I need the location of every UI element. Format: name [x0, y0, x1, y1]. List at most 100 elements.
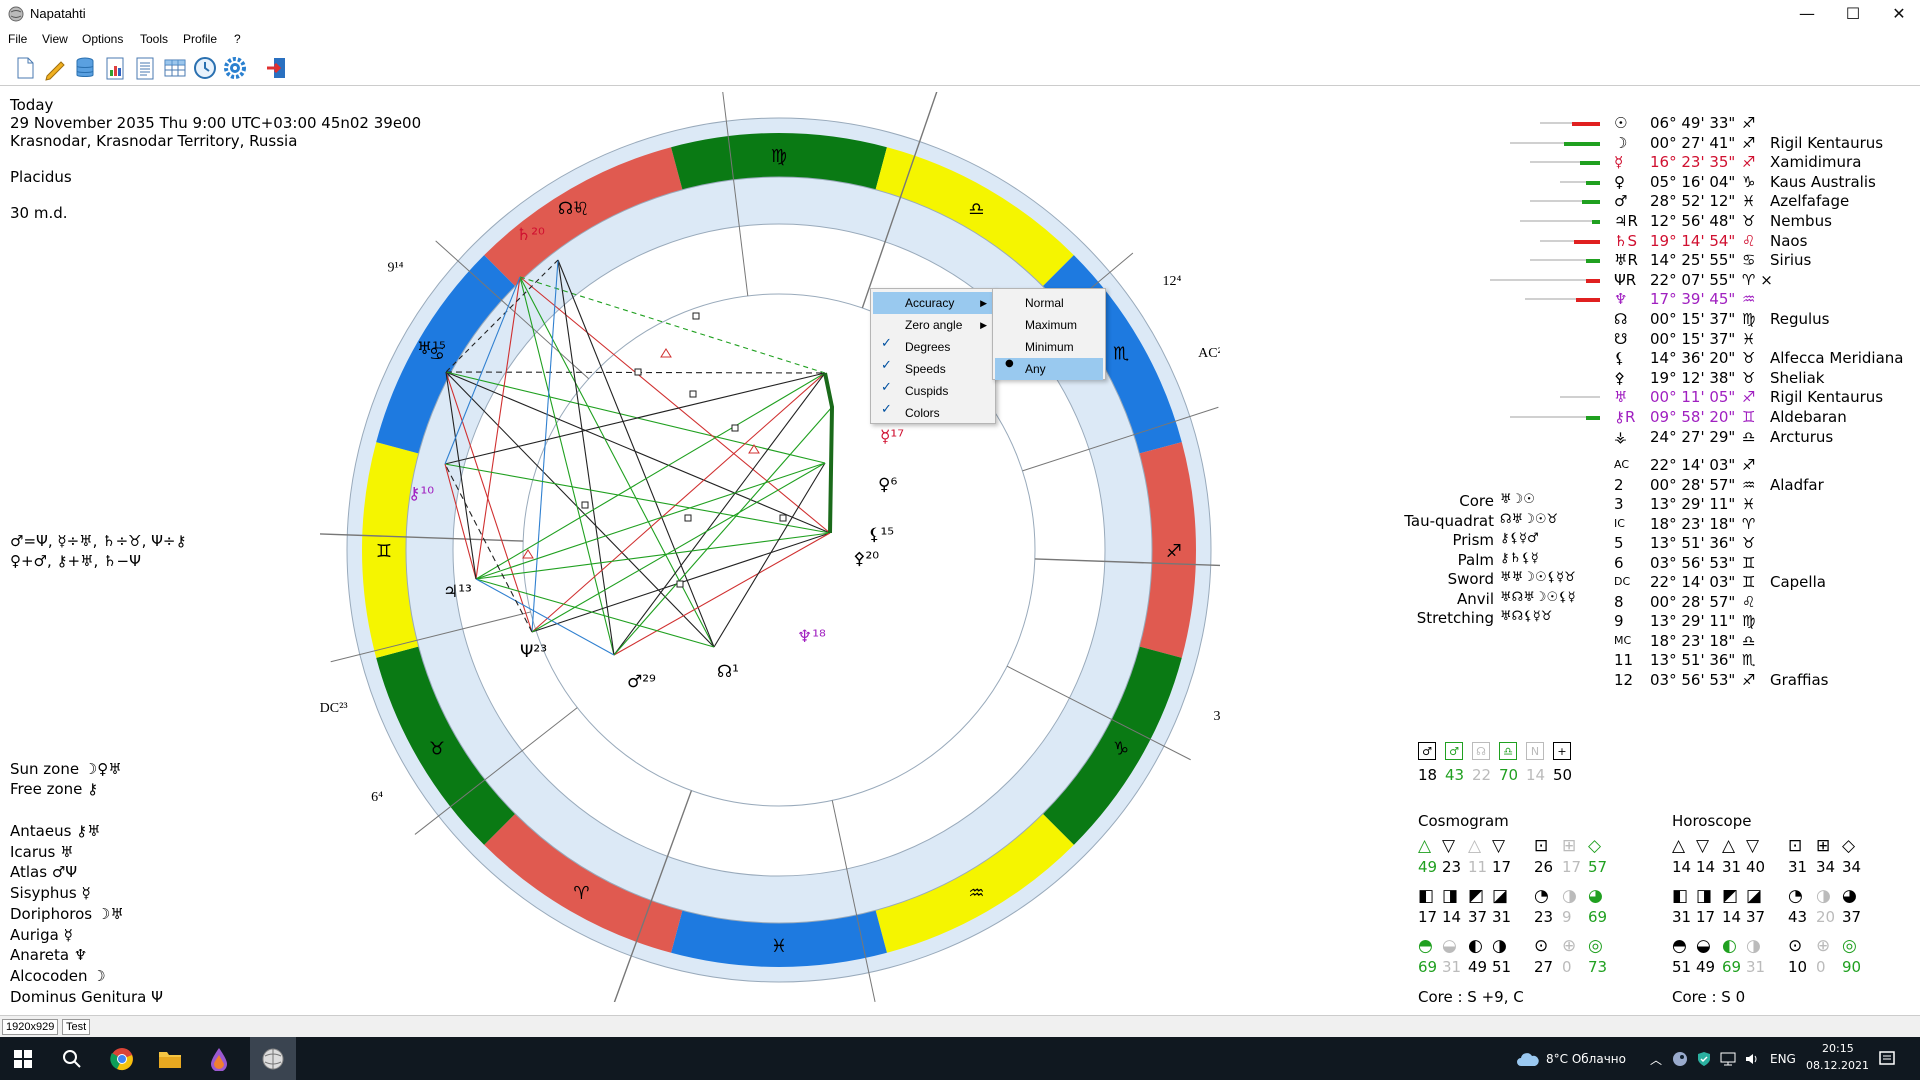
fixed-star: Graffias: [1770, 670, 1829, 689]
context-menu-item[interactable]: Accuracy ▶: [873, 292, 993, 314]
context-menu-item[interactable]: ✓ Degrees: [873, 336, 993, 358]
context-menu-item[interactable]: ✓ Colors: [873, 402, 993, 424]
database-icon[interactable]: [72, 55, 98, 81]
planet-row[interactable]: ⚶ 24° 27' 29" ♎ Arcturus: [1480, 428, 1920, 447]
clock-icon[interactable]: [192, 55, 218, 81]
free-zone: Free zone ⚷: [10, 780, 99, 798]
planet-glyph[interactable]: Ψ²³: [520, 642, 547, 662]
windows-start-icon[interactable]: [14, 1050, 32, 1068]
submenu-item[interactable]: Minimum: [995, 336, 1103, 358]
context-menu-item[interactable]: Zero angle ▶: [873, 314, 993, 336]
planet-glyph[interactable]: ♅¹⁵: [417, 339, 446, 359]
menu-help[interactable]: ?: [234, 32, 241, 46]
context-menu-item[interactable]: ✓ Cuspids: [873, 380, 993, 402]
planet-row[interactable]: ♂ 28° 52' 12" ♓ Azelfafage: [1480, 192, 1920, 211]
drop-app-icon[interactable]: [208, 1047, 230, 1071]
cusp-row[interactable]: 12 03° 56' 53" ♐ Graffias: [1480, 671, 1920, 690]
natal-chart-wheel[interactable]: ♌♍♎♏♐♑♒♓♈♉♊♋MC¹⁹11¹⁴12⁴AC²³2¹3¹⁴IC¹⁹5¹⁴6…: [320, 92, 1220, 1002]
planet-row[interactable]: ♅ 00° 11' 05" ♐ Rigil Kentaurus: [1480, 388, 1920, 407]
planet-row[interactable]: ⚴ 19° 12' 38" ♉ Sheliak: [1480, 369, 1920, 388]
steam-icon[interactable]: [1672, 1051, 1688, 1067]
new-file-icon[interactable]: [12, 55, 38, 81]
input-language[interactable]: ENG: [1770, 1052, 1796, 1066]
cusp-row[interactable]: MC 18° 23' 18" ♎: [1480, 632, 1920, 651]
planet-sign: ♊: [1742, 408, 1756, 426]
planet-glyph[interactable]: ♀⁶: [878, 475, 897, 495]
notifications-icon[interactable]: [1878, 1050, 1896, 1068]
balance-value: 49: [1468, 958, 1488, 976]
settings-gear-icon[interactable]: [222, 55, 248, 81]
planet-row[interactable]: ♄S 19° 14' 54" ♌ Naos: [1480, 232, 1920, 251]
network-icon[interactable]: [1720, 1051, 1736, 1067]
planet-glyph[interactable]: ☊¹: [717, 662, 739, 682]
maximize-icon[interactable]: ☐: [1830, 0, 1876, 28]
submenu-item[interactable]: Normal: [995, 292, 1103, 314]
planet-glyph[interactable]: ♂²⁹: [627, 672, 656, 692]
search-icon[interactable]: [62, 1049, 82, 1069]
planet-row[interactable]: ⚷R 09° 58' 20" ♊ Aldebaran: [1480, 408, 1920, 427]
tray-chevron-icon[interactable]: ︿: [1650, 1051, 1662, 1068]
taskbar-active-app[interactable]: [250, 1037, 296, 1080]
volume-icon[interactable]: [1744, 1051, 1760, 1067]
menu-profile[interactable]: Profile: [183, 32, 217, 46]
close-icon[interactable]: ✕: [1876, 0, 1920, 28]
cusp-row[interactable]: 11 13° 51' 36" ♏: [1480, 651, 1920, 670]
table-icon[interactable]: [162, 55, 188, 81]
clock-time[interactable]: 20:15: [1822, 1042, 1854, 1055]
aspect-marker: [689, 390, 697, 398]
planet-glyph[interactable]: ♃¹³: [443, 582, 472, 602]
fixed-star: Capella: [1770, 573, 1826, 591]
planet-row[interactable]: ☽ 00° 27' 41" ♐ Rigil Kentaurus: [1480, 134, 1920, 153]
balance-value: 14: [1442, 908, 1462, 926]
submenu-item[interactable]: Maximum: [995, 314, 1103, 336]
cusp-position: 13° 29' 11": [1650, 612, 1736, 630]
cusp-row[interactable]: AC 22° 14' 03" ♐: [1480, 456, 1920, 475]
submenu-item[interactable]: ● Any: [995, 358, 1103, 380]
exit-icon[interactable]: [264, 55, 290, 81]
chrome-icon[interactable]: [110, 1047, 134, 1071]
planet-row[interactable]: ☉ 06° 49' 33" ♐: [1480, 114, 1920, 133]
cusp-number: 2: [1614, 475, 1624, 494]
cusp-number: 9: [1614, 612, 1624, 630]
planet-glyph[interactable]: ☊¹: [558, 199, 580, 219]
shield-icon[interactable]: [1696, 1051, 1712, 1067]
aspect-marker: [692, 312, 700, 320]
file-explorer-icon[interactable]: [158, 1048, 182, 1070]
zodiac-sign-glyph: ♓: [771, 936, 787, 957]
element-value: 22: [1472, 766, 1492, 784]
weather-text[interactable]: 8°C Облачно: [1546, 1052, 1626, 1066]
menu-view[interactable]: View: [42, 32, 68, 46]
planet-row[interactable]: ♅R 14° 25' 55" ♋ Sirius: [1480, 251, 1920, 270]
planet-row[interactable]: ♃R 12° 56' 48" ♉ Nembus: [1480, 212, 1920, 231]
planet-symbol: ♅R: [1614, 251, 1638, 270]
balance-icon: ◇: [1842, 836, 1856, 856]
menu-file[interactable]: File: [8, 32, 27, 46]
menu-options[interactable]: Options: [82, 32, 123, 46]
planet-row[interactable]: ⚸ 14° 36' 20" ♉ Alfecca Meridiana: [1480, 349, 1920, 368]
planet-glyph[interactable]: ♆¹⁸: [797, 627, 826, 647]
minimize-icon[interactable]: —: [1784, 0, 1830, 28]
planet-glyph[interactable]: ☿¹⁷: [880, 427, 904, 447]
chart-report-icon[interactable]: [102, 55, 128, 81]
context-menu-item[interactable]: ✓ Speeds: [873, 358, 993, 380]
planet-glyph[interactable]: ⚴²⁰: [853, 549, 879, 569]
element-value: 50: [1553, 766, 1573, 784]
menu-tools[interactable]: Tools: [140, 32, 168, 46]
balance-icon: ◑: [1492, 936, 1507, 956]
planet-glyph[interactable]: ♄²⁰: [516, 225, 545, 245]
cusp-position: 00° 28' 57": [1650, 592, 1736, 611]
planet-row[interactable]: ♀ 05° 16' 04" ♑ Kaus Australis: [1480, 173, 1920, 192]
document-icon[interactable]: [132, 55, 158, 81]
planet-row[interactable]: ☿ 16° 23' 35" ♐ Xamidimura: [1480, 153, 1920, 172]
edit-pencil-icon[interactable]: [42, 55, 68, 81]
planet-glyph[interactable]: ⚷¹⁰: [408, 484, 434, 504]
planet-row[interactable]: ΨR 22° 07' 55" ♈ ×: [1480, 271, 1920, 290]
planet-glyph[interactable]: ⚸¹⁵: [868, 525, 894, 545]
clock-date[interactable]: 08.12.2021: [1806, 1059, 1869, 1072]
planet-row[interactable]: ♆ 17° 39' 45" ♒: [1480, 290, 1920, 309]
fixed-star: Rigil Kentaurus: [1770, 388, 1884, 407]
balance-icon: ◨: [1696, 886, 1713, 906]
balance-value: 37: [1842, 908, 1862, 926]
planet-row[interactable]: ☊ 00° 15' 37" ♍ Regulus: [1480, 310, 1920, 329]
planet-row[interactable]: ☋ 00° 15' 37" ♓: [1480, 330, 1920, 349]
